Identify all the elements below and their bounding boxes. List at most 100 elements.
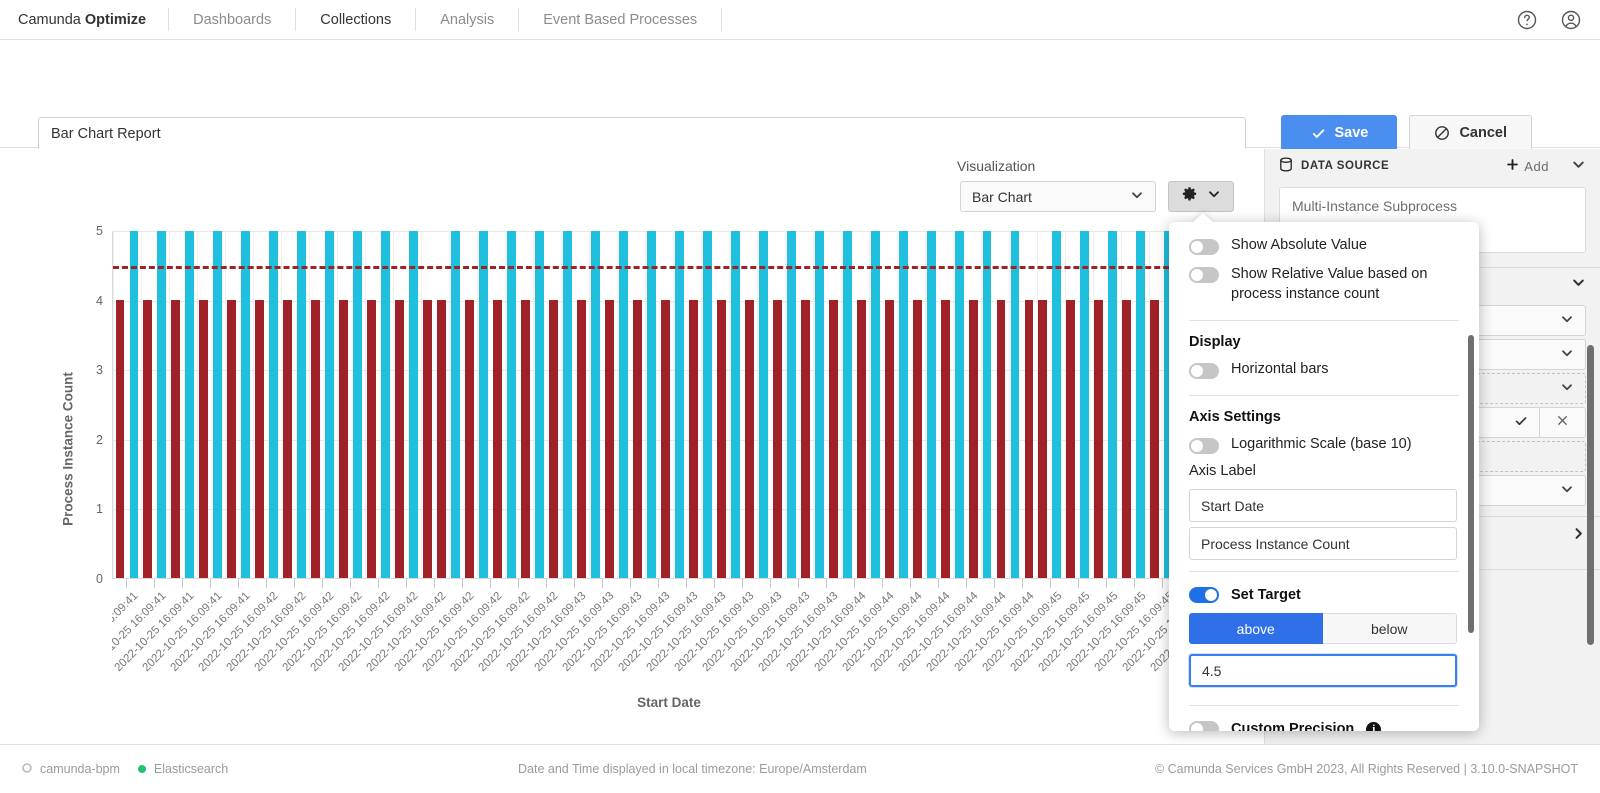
- show-absolute-value-toggle[interactable]: [1189, 239, 1219, 255]
- bar-slot[interactable]: [491, 231, 505, 578]
- custom-precision-toggle[interactable]: [1189, 721, 1219, 731]
- bar[interactable]: [996, 300, 1006, 578]
- target-mode-below-button[interactable]: below: [1322, 613, 1457, 645]
- bar[interactable]: [367, 300, 377, 578]
- bar[interactable]: [744, 300, 754, 578]
- bar-slot[interactable]: [561, 231, 575, 578]
- bar[interactable]: [954, 231, 964, 578]
- bar[interactable]: [828, 300, 838, 578]
- target-mode-above-button[interactable]: above: [1189, 613, 1323, 645]
- bar-slot[interactable]: [1022, 231, 1036, 578]
- add-data-source-button[interactable]: Add: [1506, 158, 1549, 174]
- bar[interactable]: [129, 231, 139, 578]
- bar[interactable]: [982, 231, 992, 578]
- bar[interactable]: [269, 231, 279, 578]
- bar-slot[interactable]: [211, 231, 225, 578]
- y-axis-label-input[interactable]: [1189, 527, 1457, 561]
- bar[interactable]: [1024, 300, 1034, 578]
- bar-slot[interactable]: [924, 231, 938, 578]
- bar[interactable]: [632, 300, 642, 578]
- bar-slot[interactable]: [183, 231, 197, 578]
- bar[interactable]: [590, 231, 600, 578]
- bar-slot[interactable]: [533, 231, 547, 578]
- user-avatar-icon[interactable]: [1558, 7, 1584, 33]
- bar-slot[interactable]: [463, 231, 477, 578]
- bar-slot[interactable]: [700, 231, 714, 578]
- popover-scrollbar[interactable]: [1468, 335, 1474, 633]
- bar[interactable]: [297, 231, 307, 578]
- log-scale-toggle[interactable]: [1189, 438, 1219, 455]
- bar-slot[interactable]: [519, 231, 533, 578]
- bar-slot[interactable]: [1078, 231, 1092, 578]
- bar-slot[interactable]: [728, 231, 742, 578]
- bar-slot[interactable]: [672, 231, 686, 578]
- bar[interactable]: [1108, 231, 1118, 578]
- report-title-input[interactable]: [38, 117, 1246, 151]
- bar[interactable]: [255, 300, 265, 578]
- bar-slot[interactable]: [1106, 231, 1120, 578]
- bar-slot[interactable]: [756, 231, 770, 578]
- bar-slot[interactable]: [826, 231, 840, 578]
- bar[interactable]: [758, 231, 768, 578]
- show-relative-value-row[interactable]: Show Relative Value based on process ins…: [1169, 260, 1479, 309]
- bar[interactable]: [185, 231, 195, 578]
- bar-slot[interactable]: [239, 231, 253, 578]
- bar[interactable]: [814, 231, 824, 578]
- bar[interactable]: [786, 231, 796, 578]
- bar-slot[interactable]: [686, 231, 700, 578]
- bar[interactable]: [772, 300, 782, 578]
- bar[interactable]: [577, 300, 586, 578]
- bar[interactable]: [926, 231, 936, 578]
- custom-precision-row[interactable]: Custom Precision i: [1169, 717, 1479, 731]
- bar[interactable]: [143, 300, 153, 578]
- bar[interactable]: [604, 300, 614, 578]
- log-scale-row[interactable]: Logarithmic Scale (base 10): [1169, 431, 1479, 459]
- bar[interactable]: [716, 300, 726, 578]
- bar-slot[interactable]: [770, 231, 784, 578]
- bar[interactable]: [465, 300, 475, 578]
- bar-slot[interactable]: [477, 231, 491, 578]
- bar-slot[interactable]: [1050, 231, 1064, 578]
- bar-slot[interactable]: [854, 231, 868, 578]
- question-circle-icon[interactable]: [1514, 7, 1540, 33]
- bar-slot[interactable]: [798, 231, 812, 578]
- bar[interactable]: [1150, 300, 1160, 578]
- bar[interactable]: [199, 300, 209, 578]
- bar[interactable]: [521, 300, 530, 578]
- bar-slot[interactable]: [1092, 231, 1106, 578]
- bar-slot[interactable]: [309, 231, 323, 578]
- bar[interactable]: [311, 300, 321, 578]
- bar-slot[interactable]: [882, 231, 896, 578]
- bar[interactable]: [1094, 300, 1104, 578]
- bar-slot[interactable]: [1064, 231, 1078, 578]
- nav-item-analysis[interactable]: Analysis: [416, 0, 518, 39]
- bar[interactable]: [171, 300, 181, 578]
- bar-slot[interactable]: [421, 231, 435, 578]
- bar[interactable]: [1038, 300, 1048, 578]
- bar-slot[interactable]: [588, 231, 602, 578]
- bar-slot[interactable]: [1036, 231, 1050, 578]
- bar[interactable]: [660, 300, 670, 578]
- bar[interactable]: [912, 300, 922, 578]
- bar[interactable]: [451, 231, 461, 578]
- bar[interactable]: [1010, 231, 1020, 578]
- bar[interactable]: [157, 231, 167, 578]
- bar-slot[interactable]: [616, 231, 630, 578]
- bar-slot[interactable]: [742, 231, 756, 578]
- bar[interactable]: [1122, 300, 1132, 578]
- bar[interactable]: [1080, 231, 1090, 578]
- bar-slot[interactable]: [365, 231, 379, 578]
- app-brand[interactable]: Camunda Optimize: [0, 0, 168, 39]
- bar[interactable]: [241, 231, 251, 578]
- bar-slot[interactable]: [435, 231, 449, 578]
- bar-slot[interactable]: [868, 231, 882, 578]
- bar[interactable]: [549, 300, 558, 578]
- bar-slot[interactable]: [896, 231, 910, 578]
- nav-item-dashboards[interactable]: Dashboards: [169, 0, 295, 39]
- bar[interactable]: [1066, 300, 1076, 578]
- bar-slot[interactable]: [337, 231, 351, 578]
- bar-slot[interactable]: [910, 231, 924, 578]
- sidebar-field-filter-clear-button[interactable]: [1540, 407, 1586, 438]
- set-target-row[interactable]: Set Target: [1169, 583, 1479, 611]
- bar-slot[interactable]: [225, 231, 239, 578]
